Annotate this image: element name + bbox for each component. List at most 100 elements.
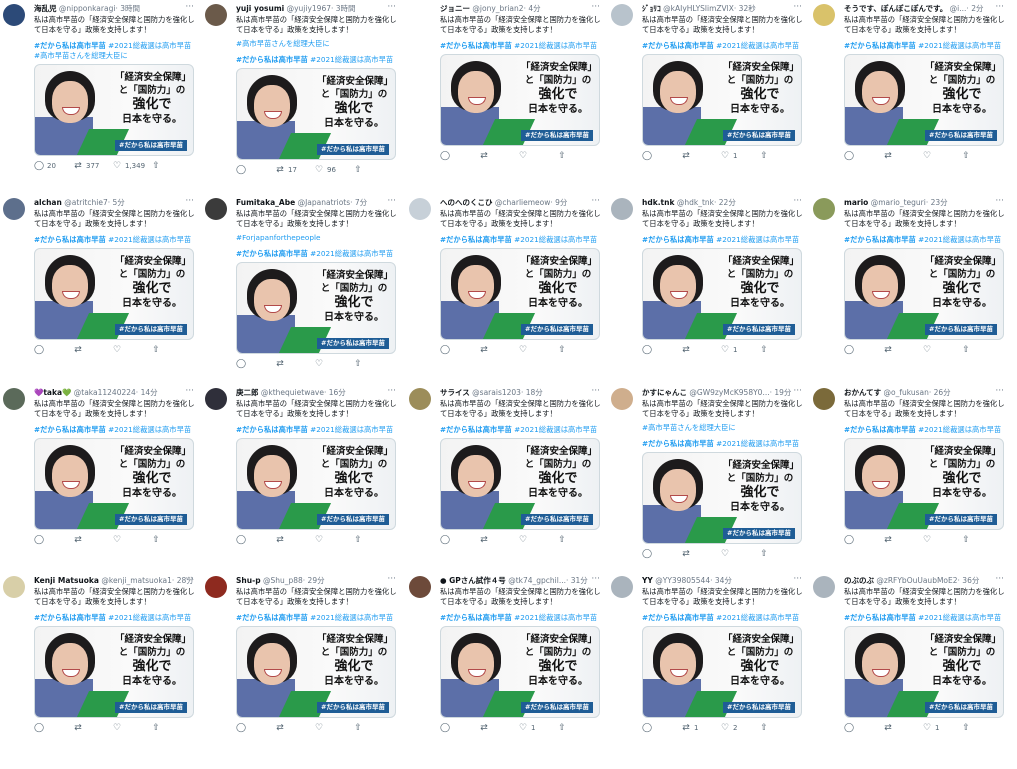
- more-options-icon[interactable]: ···: [591, 2, 600, 12]
- avatar[interactable]: [813, 4, 835, 26]
- avatar[interactable]: [813, 576, 835, 598]
- user-handle[interactable]: @atritchie7: [64, 198, 108, 207]
- avatar[interactable]: [611, 576, 633, 598]
- timestamp[interactable]: · 22分: [714, 198, 736, 207]
- retweet-button[interactable]: ⇄: [73, 345, 112, 355]
- hashtag-link[interactable]: #2021総裁選は高市早苗: [106, 235, 191, 244]
- hashtag-link[interactable]: #高市早苗さんを総理大臣に: [642, 423, 804, 433]
- avatar[interactable]: [3, 198, 25, 220]
- campaign-image[interactable]: 「経済安全保障」 と「国防力」の 強化で 日本を守る。 #だから私は高市早苗: [642, 248, 802, 340]
- share-button[interactable]: ⇧: [151, 535, 190, 545]
- campaign-image[interactable]: 「経済安全保障」 と「国防力」の 強化で 日本を守る。 #だから私は高市早苗: [236, 626, 396, 718]
- share-button[interactable]: ⇧: [759, 151, 798, 161]
- timestamp[interactable]: · 2分: [966, 4, 983, 13]
- user-handle[interactable]: @charliemeow: [495, 198, 550, 207]
- avatar[interactable]: [3, 4, 25, 26]
- timestamp[interactable]: · 29分: [303, 576, 325, 585]
- like-button[interactable]: ♡: [112, 345, 151, 355]
- timestamp[interactable]: · 36分: [958, 576, 980, 585]
- share-button[interactable]: ⇧: [557, 151, 596, 161]
- tweet-card[interactable]: ··· へのへのくこひ @charliemeow· 9分 私は高市早苗の「経済安全保…: [406, 194, 602, 380]
- campaign-image[interactable]: 「経済安全保障」 と「国防力」の 強化で 日本を守る。 #だから私は高市早苗: [844, 54, 1004, 146]
- campaign-image[interactable]: 「経済安全保障」 と「国防力」の 強化で 日本を守る。 #だから私は高市早苗: [440, 54, 600, 146]
- reply-button[interactable]: ◯: [440, 535, 479, 545]
- hashtag-link[interactable]: #2021総裁選は高市早苗: [512, 613, 597, 622]
- share-button[interactable]: ⇧: [759, 345, 798, 355]
- hashtag-link[interactable]: #だから私は高市早苗: [440, 613, 512, 622]
- display-name[interactable]: かすにゃんこ: [642, 388, 687, 397]
- hashtag-link[interactable]: #2021総裁選は高市早苗: [512, 425, 597, 434]
- avatar[interactable]: [611, 198, 633, 220]
- reply-button[interactable]: ◯: [844, 535, 883, 545]
- reply-button[interactable]: ◯: [642, 723, 681, 733]
- hashtag-link[interactable]: #2021総裁選は高市早苗: [916, 613, 1001, 622]
- display-name[interactable]: 庚二郎: [236, 388, 259, 397]
- tweet-card[interactable]: ··· YY @YY39805544· 34分 私は高市早苗の「経済安全保障と国防力…: [608, 572, 804, 758]
- hashtag-link[interactable]: #だから私は高市早苗: [844, 613, 916, 622]
- more-options-icon[interactable]: ···: [591, 386, 600, 396]
- like-button[interactable]: ♡ 1: [720, 151, 759, 161]
- hashtag-link[interactable]: #だから私は高市早苗: [642, 41, 714, 50]
- hashtag-link[interactable]: #2021総裁選は高市早苗: [106, 425, 191, 434]
- hashtag-link[interactable]: #だから私は高市早苗: [236, 249, 308, 258]
- hashtag-link[interactable]: #Forjapanforthepeople: [236, 233, 398, 243]
- more-options-icon[interactable]: ···: [185, 386, 194, 396]
- campaign-image[interactable]: 「経済安全保障」 と「国防力」の 強化で 日本を守る。 #だから私は高市早苗: [236, 68, 396, 160]
- avatar[interactable]: [409, 198, 431, 220]
- share-button[interactable]: ⇧: [557, 723, 596, 733]
- reply-button[interactable]: ◯: [236, 723, 275, 733]
- share-button[interactable]: ⇧: [961, 723, 1000, 733]
- more-options-icon[interactable]: ···: [793, 574, 802, 584]
- tweet-card[interactable]: ··· hdk.tnk @hdk_tnk· 22分 私は高市早苗の「経済安全保障と国…: [608, 194, 804, 380]
- retweet-button[interactable]: ⇄ 1: [681, 723, 720, 733]
- like-button[interactable]: ♡ 1: [720, 345, 759, 355]
- timestamp[interactable]: · 14分: [136, 388, 158, 397]
- hashtag-link[interactable]: #だから私は高市早苗: [642, 235, 714, 244]
- share-button[interactable]: ⇧: [151, 161, 190, 171]
- more-options-icon[interactable]: ···: [793, 2, 802, 12]
- campaign-image[interactable]: 「経済安全保障」 と「国防力」の 強化で 日本を守る。 #だから私は高市早苗: [440, 248, 600, 340]
- display-name[interactable]: ジョニー: [440, 4, 470, 13]
- like-button[interactable]: ♡ 1: [518, 723, 557, 733]
- reply-button[interactable]: ◯: [236, 359, 275, 369]
- user-handle[interactable]: @kenji_matsuoka1: [101, 576, 172, 585]
- like-button[interactable]: ♡ 1,349: [112, 161, 151, 171]
- tweet-card[interactable]: ··· alchan @atritchie7· 5分 私は高市早苗の「経済安全保障と…: [0, 194, 196, 380]
- like-button[interactable]: ♡: [518, 345, 557, 355]
- retweet-button[interactable]: ⇄: [883, 535, 922, 545]
- hashtag-link[interactable]: #だから私は高市早苗: [440, 41, 512, 50]
- like-button[interactable]: ♡ 1: [922, 723, 961, 733]
- retweet-button[interactable]: ⇄: [681, 345, 720, 355]
- retweet-button[interactable]: ⇄ 17: [275, 165, 314, 175]
- display-name[interactable]: のぶのぶ: [844, 576, 874, 585]
- timestamp[interactable]: · 19分: [770, 388, 792, 397]
- reply-button[interactable]: ◯ 20: [34, 161, 73, 171]
- tweet-card[interactable]: ··· ● GPさん試作４号 @tk74_gpchil...· 31分 私は高市早苗…: [406, 572, 602, 758]
- timestamp[interactable]: · 16分: [324, 388, 346, 397]
- avatar[interactable]: [205, 198, 227, 220]
- reply-button[interactable]: ◯: [642, 345, 681, 355]
- avatar[interactable]: [813, 198, 835, 220]
- timestamp[interactable]: · 23分: [926, 198, 948, 207]
- share-button[interactable]: ⇧: [353, 359, 392, 369]
- share-button[interactable]: ⇧: [151, 345, 190, 355]
- reply-button[interactable]: ◯: [844, 151, 883, 161]
- share-button[interactable]: ⇧: [961, 151, 1000, 161]
- hashtag-link[interactable]: #2021総裁選は高市早苗: [714, 41, 799, 50]
- campaign-image[interactable]: 「経済安全保障」 と「国防力」の 強化で 日本を守る。 #だから私は高市早苗: [34, 626, 194, 718]
- hashtag-link[interactable]: #だから私は高市早苗: [440, 235, 512, 244]
- hashtag-link[interactable]: #だから私は高市早苗: [34, 425, 106, 434]
- share-button[interactable]: ⇧: [961, 535, 1000, 545]
- timestamp[interactable]: · 34分: [710, 576, 732, 585]
- user-handle[interactable]: @GW9zyMcK958Y0...: [689, 388, 769, 397]
- tweet-card[interactable]: ··· Kenji Matsuoka @kenji_matsuoka1· 28分私…: [0, 572, 196, 758]
- more-options-icon[interactable]: ···: [387, 2, 396, 12]
- retweet-button[interactable]: ⇄: [883, 723, 922, 733]
- display-name[interactable]: ｼﾞｮﾘｺ: [642, 4, 661, 13]
- campaign-image[interactable]: 「経済安全保障」 と「国防力」の 強化で 日本を守る。 #だから私は高市早苗: [642, 54, 802, 146]
- hashtag-link[interactable]: #2021総裁選は高市早苗: [916, 425, 1001, 434]
- tweet-card[interactable]: ··· 💜taka💚 @taka11240224· 14分 私は高市早苗の「経済安全…: [0, 384, 196, 570]
- share-button[interactable]: ⇧: [759, 549, 798, 559]
- like-button[interactable]: ♡: [922, 345, 961, 355]
- campaign-image[interactable]: 「経済安全保障」 と「国防力」の 強化で 日本を守る。 #だから私は高市早苗: [844, 248, 1004, 340]
